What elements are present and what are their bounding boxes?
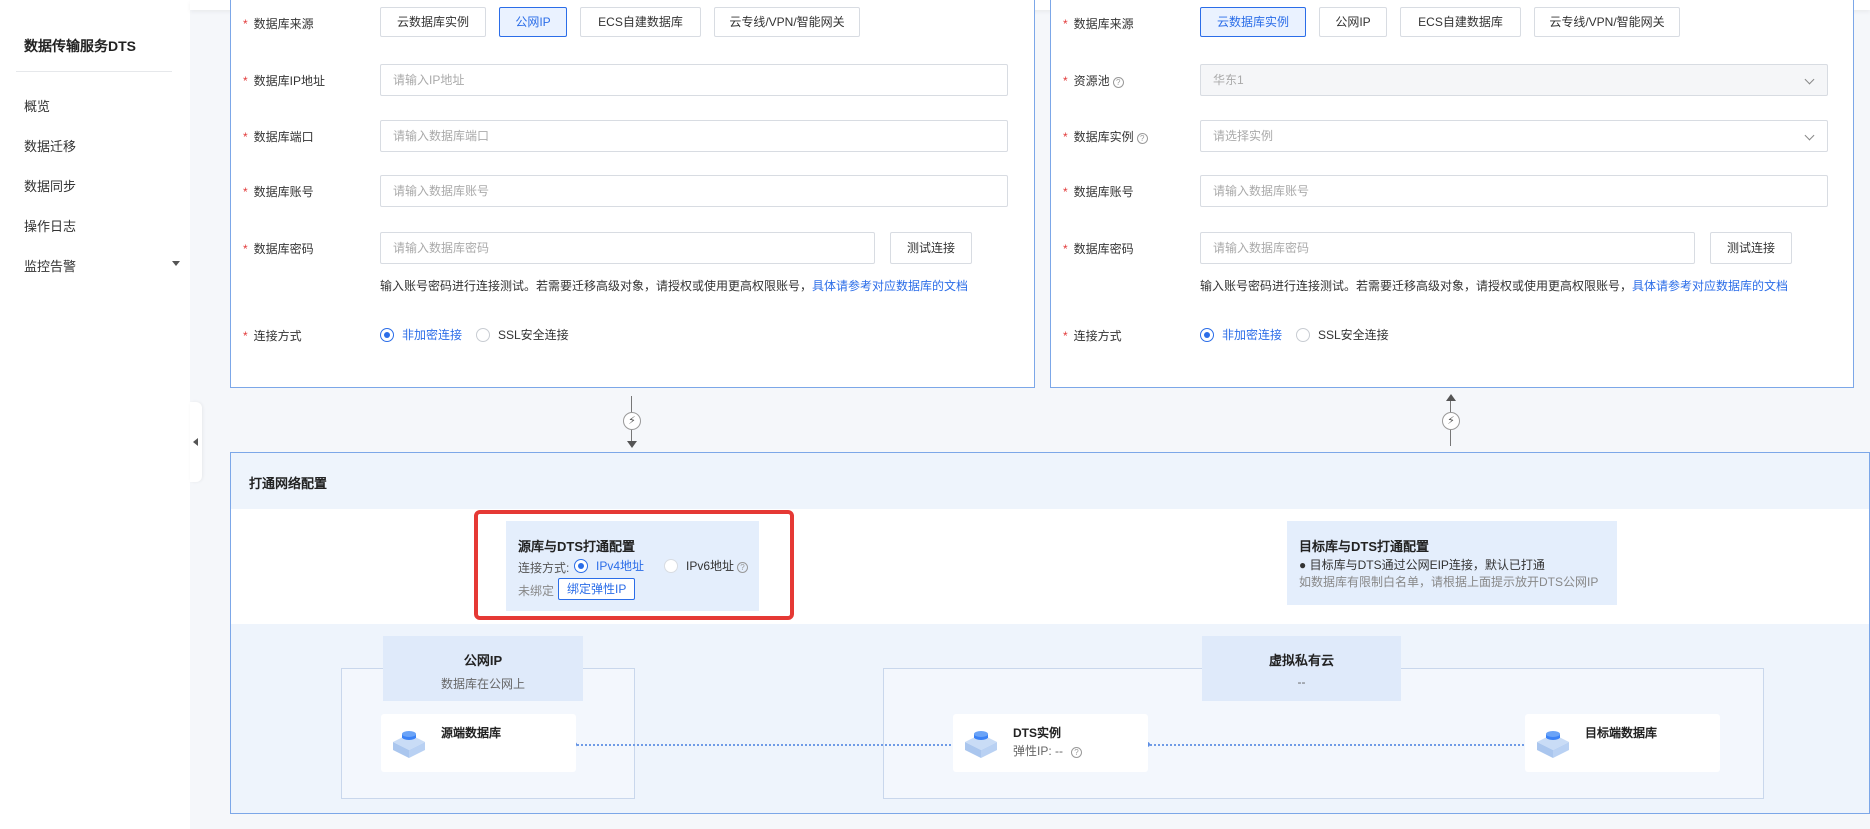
dts-instance-title: DTS实例 <box>1013 726 1062 740</box>
target-password-label: * 数据库密码 <box>1063 242 1134 256</box>
sidebar-item-monitoring-label: 监控告警 <box>24 259 77 274</box>
help-icon[interactable]: ? <box>1071 747 1082 758</box>
source-opt-vpn[interactable]: 云专线/VPN/智能网关 <box>714 7 860 37</box>
source-account-input[interactable]: 请输入数据库账号 <box>380 175 1008 207</box>
target-connector: ⚡ <box>1441 394 1461 446</box>
source-db-panel: * 数据库来源 云数据库实例 公网IP ECS自建数据库 云专线/VPN/智能网关… <box>230 0 1035 388</box>
plug-icon: ⚡ <box>1442 412 1460 430</box>
source-ip-label: * 数据库IP地址 <box>243 74 326 88</box>
target-cfg-line1: ● 目标库与DTS通过公网EIP连接，默认已打通 <box>1299 558 1545 572</box>
chevron-down-icon <box>1804 130 1815 141</box>
source-conn-plain-radio[interactable]: 非加密连接 <box>380 328 462 342</box>
sidebar: 数据传输服务DTS 概览 数据迁移 数据同步 操作日志 监控告警 <box>0 0 190 829</box>
sidebar-item-overview[interactable]: 概览 <box>24 96 180 115</box>
source-opt-public-ip[interactable]: 公网IP <box>499 7 567 37</box>
target-cfg-title: 目标库与DTS打通配置 <box>1299 539 1430 554</box>
help-icon[interactable]: ? <box>1136 133 1148 144</box>
sidebar-item-monitoring[interactable]: 监控告警 <box>24 256 180 275</box>
target-db-source-label: * 数据库来源 <box>1063 17 1134 31</box>
source-db-node[interactable]: 源端数据库 <box>381 714 576 772</box>
link-dts-target <box>1147 744 1528 746</box>
sidebar-collapse-toggle[interactable] <box>190 402 202 482</box>
target-pool-select: 华东1 <box>1200 64 1828 96</box>
target-instance-select[interactable]: 请选择实例 <box>1200 120 1828 152</box>
target-dts-config-card: 目标库与DTS打通配置 ● 目标库与DTS通过公网EIP连接，默认已打通 如数据… <box>1287 521 1617 605</box>
target-db-panel: * 数据库来源 云数据库实例 公网IP ECS自建数据库 云专线/VPN/智能网关… <box>1050 0 1854 388</box>
help-icon[interactable]: ? <box>1112 77 1124 88</box>
source-password-input[interactable]: 请输入数据库密码 <box>380 232 875 264</box>
vpc-group-header: 虚拟私有云 -- <box>1202 636 1401 701</box>
source-db-node-title: 源端数据库 <box>441 726 502 740</box>
source-opt-ecs[interactable]: ECS自建数据库 <box>580 7 701 37</box>
target-opt-vpn[interactable]: 云专线/VPN/智能网关 <box>1534 7 1680 37</box>
sidebar-divider <box>16 71 172 72</box>
caret-down-icon <box>172 261 180 266</box>
source-password-label: * 数据库密码 <box>243 242 314 256</box>
target-opt-cloud-instance[interactable]: 云数据库实例 <box>1200 7 1306 37</box>
source-ip-input[interactable]: 请输入IP地址 <box>380 64 1008 96</box>
target-hint: 输入账号密码进行连接测试。若需要迁移高级对象，请授权或使用更高权限账号，具体请参… <box>1200 279 1789 293</box>
plug-icon: ⚡ <box>623 412 641 430</box>
target-opt-public-ip[interactable]: 公网IP <box>1319 7 1387 37</box>
source-test-connection-button[interactable]: 测试连接 <box>890 232 972 264</box>
target-conn-ssl-radio[interactable]: SSL安全连接 <box>1296 328 1389 342</box>
target-doc-link[interactable]: 具体请参考对应数据库的文档 <box>1632 279 1788 293</box>
source-account-label: * 数据库账号 <box>243 185 314 199</box>
dts-instance-icon <box>965 731 997 758</box>
network-config-title: 打通网络配置 <box>249 476 328 491</box>
target-password-input[interactable]: 请输入数据库密码 <box>1200 232 1695 264</box>
highlight-box <box>474 510 794 620</box>
source-conn-label: * 连接方式 <box>243 329 302 343</box>
source-opt-cloud-instance[interactable]: 云数据库实例 <box>380 7 486 37</box>
target-account-label: * 数据库账号 <box>1063 185 1134 199</box>
target-cfg-line2: 如数据库有限制白名单，请根据上面提示放开DTS公网IP <box>1299 575 1599 589</box>
sidebar-item-migration[interactable]: 数据迁移 <box>24 136 180 155</box>
database-icon <box>393 731 425 758</box>
public-ip-group-header: 公网IP 数据库在公网上 <box>383 636 583 701</box>
sidebar-item-logs[interactable]: 操作日志 <box>24 216 180 235</box>
vpc-group-title: 虚拟私有云 <box>1268 653 1334 668</box>
sidebar-title: 数据传输服务DTS <box>24 38 136 54</box>
target-conn-label: * 连接方式 <box>1063 329 1122 343</box>
sidebar-item-sync[interactable]: 数据同步 <box>24 176 180 195</box>
arrow-down-icon <box>627 441 637 448</box>
target-db-node[interactable]: 目标端数据库 <box>1525 714 1720 772</box>
target-pool-label: * 资源池? <box>1063 72 1124 89</box>
source-conn-ssl-radio[interactable]: SSL安全连接 <box>476 328 569 342</box>
public-ip-group-title: 公网IP <box>463 653 503 668</box>
source-port-label: * 数据库端口 <box>243 130 314 144</box>
source-port-input[interactable]: 请输入数据库端口 <box>380 120 1008 152</box>
arrow-up-icon <box>1446 394 1456 401</box>
link-source-dts <box>574 744 955 746</box>
dts-eip-text: 弹性IP: --? <box>1013 742 1082 759</box>
target-test-connection-button[interactable]: 测试连接 <box>1710 232 1792 264</box>
dts-instance-node[interactable]: DTS实例 弹性IP: --? <box>953 714 1148 772</box>
target-opt-ecs[interactable]: ECS自建数据库 <box>1400 7 1521 37</box>
target-db-node-title: 目标端数据库 <box>1585 726 1658 740</box>
chevron-down-icon <box>1804 74 1815 85</box>
network-config-section: 打通网络配置 源库与DTS打通配置 连接方式: IPv4地址 IPv6地址? 未… <box>230 452 1870 814</box>
target-instance-label: * 数据库实例? <box>1063 128 1148 145</box>
source-doc-link[interactable]: 具体请参考对应数据库的文档 <box>812 279 968 293</box>
vpc-group-subtitle: -- <box>1297 675 1306 689</box>
source-db-source-label: * 数据库来源 <box>243 17 314 31</box>
target-conn-plain-radio[interactable]: 非加密连接 <box>1200 328 1282 342</box>
public-ip-group-subtitle: 数据库在公网上 <box>440 677 525 691</box>
source-connector: ⚡ <box>622 396 642 448</box>
database-icon <box>1537 731 1569 758</box>
source-hint: 输入账号密码进行连接测试。若需要迁移高级对象，请授权或使用更高权限账号，具体请参… <box>380 279 969 293</box>
target-account-input[interactable]: 请输入数据库账号 <box>1200 175 1828 207</box>
